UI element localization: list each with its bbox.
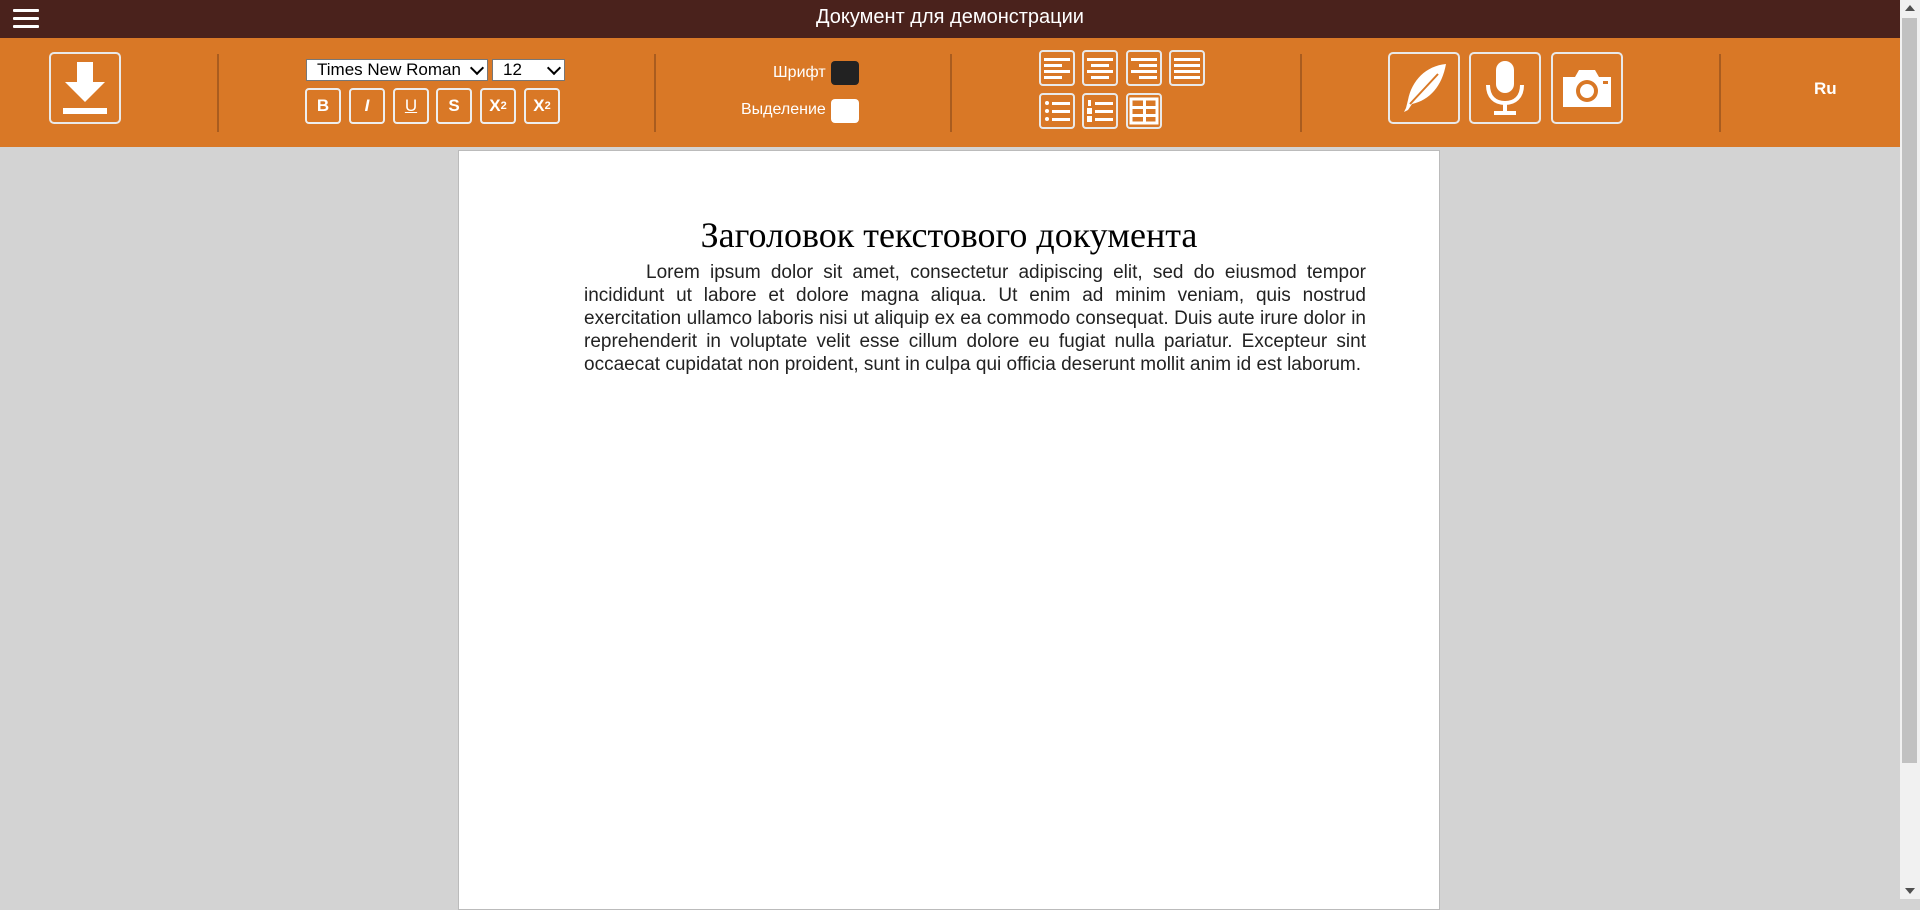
strikethrough-label: S xyxy=(448,96,460,115)
scroll-up-icon[interactable] xyxy=(1905,5,1915,11)
font-size-select[interactable]: 12 xyxy=(492,59,565,81)
align-justify-button[interactable] xyxy=(1169,50,1205,86)
download-button[interactable] xyxy=(49,52,121,124)
superscript-mark: 2 xyxy=(544,100,551,112)
scroll-down-icon[interactable] xyxy=(1905,888,1915,894)
document-title: Документ для демонстрации xyxy=(816,6,1084,28)
highlight-label: Выделение xyxy=(741,101,826,118)
camera-icon xyxy=(1563,70,1611,107)
align-right-icon xyxy=(1131,58,1157,79)
superscript-button[interactable]: X2 xyxy=(524,88,560,124)
separator xyxy=(950,54,952,132)
separator xyxy=(654,54,656,132)
download-icon xyxy=(63,62,107,114)
toolbar: Times New Roman 12 B I U S X2 X2 Шрифт В… xyxy=(0,38,1900,147)
subscript-button[interactable]: X2 xyxy=(480,88,516,124)
camera-button[interactable] xyxy=(1551,52,1623,124)
underline-button[interactable]: U xyxy=(393,88,429,124)
italic-button[interactable]: I xyxy=(349,88,385,124)
numbered-list-icon xyxy=(1087,100,1113,122)
font-family-select[interactable]: Times New Roman xyxy=(306,59,488,81)
table-icon xyxy=(1129,97,1159,125)
table-button[interactable] xyxy=(1126,93,1162,129)
font-family-value: Times New Roman xyxy=(317,60,461,79)
chevron-down-icon xyxy=(546,60,562,76)
align-center-icon xyxy=(1087,58,1113,79)
numbered-list-button[interactable] xyxy=(1082,93,1118,129)
italic-label: I xyxy=(364,96,370,115)
separator xyxy=(1719,54,1721,132)
feather-icon xyxy=(1404,64,1446,112)
underline-label: U xyxy=(404,96,418,115)
bullet-list-icon xyxy=(1045,101,1070,121)
highlight-color-swatch[interactable] xyxy=(831,99,859,123)
document-paragraph[interactable]: Lorem ipsum dolor sit amet, consectetur … xyxy=(584,261,1366,376)
subscript-label: X xyxy=(489,96,501,115)
handwriting-button[interactable] xyxy=(1388,52,1460,124)
microphone-icon xyxy=(1486,61,1524,115)
bullet-list-button[interactable] xyxy=(1039,93,1075,129)
font-color-label: Шрифт xyxy=(773,64,826,81)
document-heading[interactable]: Заголовок текстового документа xyxy=(459,214,1439,256)
align-justify-icon xyxy=(1174,58,1200,79)
title-bar: Документ для демонстрации xyxy=(0,0,1900,38)
align-right-button[interactable] xyxy=(1126,50,1162,86)
document-page[interactable]: Заголовок текстового документа Lorem ips… xyxy=(458,150,1440,910)
align-left-icon xyxy=(1044,58,1070,79)
font-color-swatch[interactable] xyxy=(831,61,859,85)
separator xyxy=(1300,54,1302,132)
align-center-button[interactable] xyxy=(1082,50,1118,86)
superscript-label: X xyxy=(533,96,545,115)
font-size-value: 12 xyxy=(503,60,522,79)
chevron-down-icon xyxy=(469,60,485,76)
vertical-scrollbar[interactable] xyxy=(1900,0,1920,899)
separator xyxy=(217,54,219,132)
bold-label: B xyxy=(316,96,330,115)
voice-input-button[interactable] xyxy=(1469,52,1541,124)
bold-button[interactable]: B xyxy=(305,88,341,124)
strikethrough-button[interactable]: S xyxy=(436,88,472,124)
subscript-mark: 2 xyxy=(500,100,507,112)
language-switch[interactable]: Ru xyxy=(1814,79,1837,99)
align-left-button[interactable] xyxy=(1039,50,1075,86)
scrollbar-thumb[interactable] xyxy=(1902,18,1917,763)
